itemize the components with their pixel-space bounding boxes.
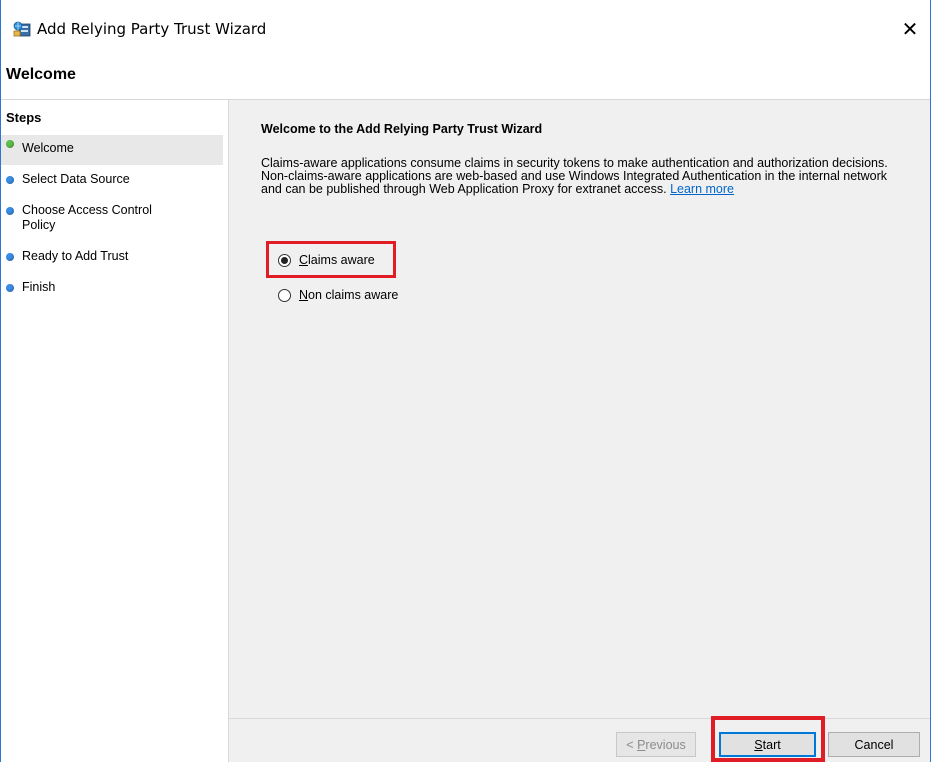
step-ready-to-add-trust: Ready to Add Trust xyxy=(1,248,223,264)
relying-party-icon xyxy=(13,21,31,37)
window-title: Add Relying Party Trust Wizard xyxy=(37,20,267,38)
step-label: Select Data Source xyxy=(22,172,130,186)
non-claims-aware-option[interactable]: Non claims aware xyxy=(278,288,398,302)
step-select-data-source: Select Data Source xyxy=(1,171,223,187)
start-button-highlight xyxy=(711,716,825,762)
close-button[interactable]: ✕ xyxy=(890,10,930,48)
step-current-icon xyxy=(6,140,14,148)
step-label: Welcome xyxy=(22,141,74,155)
description-text: Claims-aware applications consume claims… xyxy=(261,157,901,196)
step-pending-icon xyxy=(6,176,14,184)
description-body: Claims-aware applications consume claims… xyxy=(261,156,888,196)
title-bar: Add Relying Party Trust Wizard ✕ xyxy=(1,0,930,58)
previous-button[interactable]: < Previous xyxy=(616,732,696,757)
content-title: Welcome to the Add Relying Party Trust W… xyxy=(261,122,543,136)
step-label: Finish xyxy=(22,280,56,294)
non-claims-aware-label: Non claims aware xyxy=(299,288,399,302)
page-title: Welcome xyxy=(6,66,76,83)
step-pending-icon xyxy=(6,207,14,215)
wizard-window: Add Relying Party Trust Wizard ✕ Welcome… xyxy=(0,0,931,762)
step-pending-icon xyxy=(6,253,14,261)
step-label: Ready to Add Trust xyxy=(22,249,129,263)
non-claims-aware-radio[interactable] xyxy=(278,288,291,302)
learn-more-link[interactable]: Learn more xyxy=(670,182,734,196)
steps-title: Steps xyxy=(6,110,42,125)
steps-pane: Steps Welcome Select Data Source Choose … xyxy=(1,100,229,762)
step-label: Choose Access Control Policy xyxy=(22,203,152,232)
content-pane: Welcome to the Add Relying Party Trust W… xyxy=(229,100,930,718)
step-welcome: Welcome xyxy=(1,135,223,165)
claims-aware-highlight xyxy=(266,241,396,278)
cancel-button[interactable]: Cancel xyxy=(828,732,920,757)
close-icon: ✕ xyxy=(901,17,919,41)
step-finish: Finish xyxy=(1,279,223,295)
step-pending-icon xyxy=(6,284,14,292)
wizard-header: Welcome xyxy=(1,58,930,100)
step-choose-access-control-policy: Choose Access Control Policy xyxy=(1,202,223,233)
